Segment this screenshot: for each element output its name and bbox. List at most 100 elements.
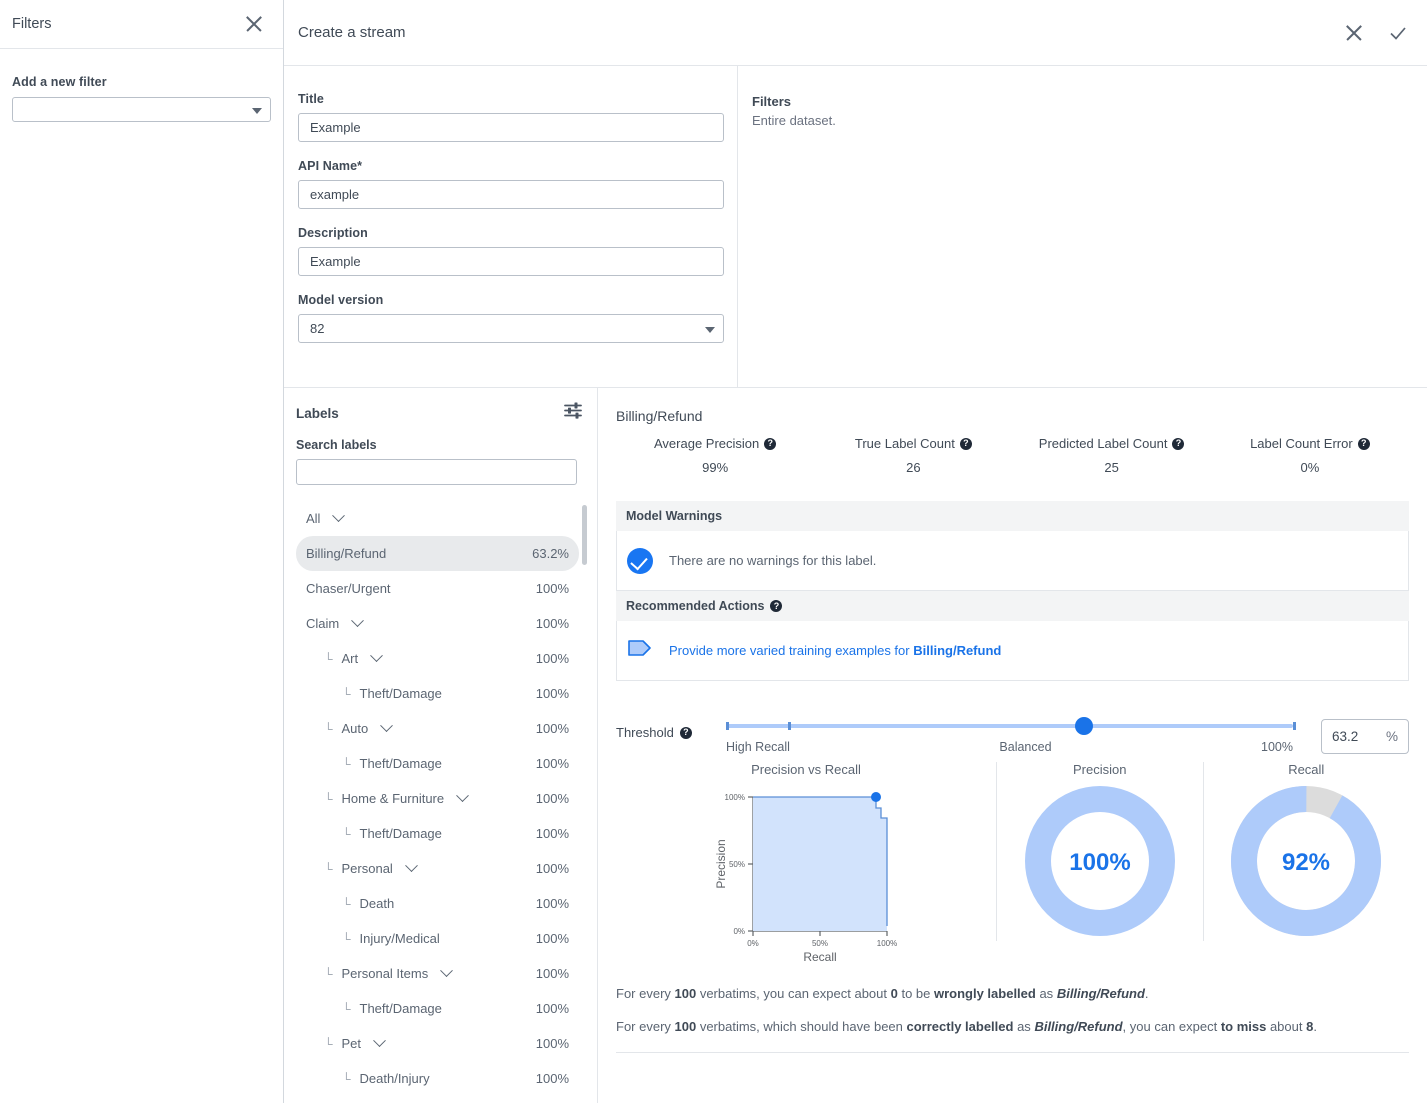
label-row[interactable]: └Pet100% — [296, 1026, 579, 1061]
svg-text:50%: 50% — [729, 860, 745, 869]
label-row[interactable]: └Theft/Damage100% — [296, 746, 579, 781]
label-row-name: Billing/Refund — [306, 546, 386, 561]
labels-panel-header: Labels — [296, 402, 587, 424]
label-row-left: └Theft/Damage — [306, 826, 442, 841]
label-row[interactable]: Chaser/Urgent100% — [296, 571, 579, 606]
title-label: Title — [298, 92, 719, 106]
label-row-left: └Theft/Damage — [306, 756, 442, 771]
threshold-input[interactable]: 63.2 % — [1321, 719, 1409, 754]
svg-text:Precision: Precision — [714, 839, 728, 888]
metric-value: 0% — [1211, 460, 1409, 475]
label-row[interactable]: └Death/Injury100% — [296, 1061, 579, 1096]
slider-track[interactable] — [726, 724, 1293, 728]
t: as — [1036, 986, 1057, 1001]
detail-label-name: Billing/Refund — [616, 408, 1409, 424]
help-icon[interactable]: ? — [1172, 438, 1184, 450]
chevron-down-icon[interactable] — [333, 509, 346, 522]
slider-label-balanced: Balanced — [999, 740, 1051, 754]
label-row[interactable]: └Theft/Damage100% — [296, 991, 579, 1026]
filters-summary-text: Entire dataset. — [752, 113, 1427, 128]
label-row-name: All — [306, 511, 320, 526]
t: 100 — [675, 1019, 697, 1034]
tree-branch-icon: └ — [324, 862, 333, 876]
t: wrongly labelled — [934, 986, 1036, 1001]
t: Billing/Refund — [1057, 986, 1145, 1001]
label-row-left: └Death — [306, 896, 394, 911]
label-row[interactable]: └Personal Items100% — [296, 956, 579, 991]
check-circle-icon — [627, 548, 653, 574]
label-row-percentage: 100% — [536, 1071, 569, 1086]
description-input[interactable]: Example — [298, 247, 724, 276]
slider-label-high-recall: High Recall — [726, 740, 790, 754]
title-input[interactable]: Example — [298, 113, 724, 142]
recommended-action-link[interactable]: Provide more varied training examples fo… — [669, 643, 1001, 658]
tune-icon[interactable] — [564, 402, 583, 424]
svg-text:0%: 0% — [747, 939, 759, 948]
label-row[interactable]: └Injury/Medical100% — [296, 921, 579, 956]
label-row-name: Chaser/Urgent — [306, 581, 391, 596]
t: For every — [616, 1019, 675, 1034]
label-row[interactable]: └Auto100% — [296, 711, 579, 746]
search-labels-input[interactable] — [296, 459, 577, 485]
label-row[interactable]: Billing/Refund63.2% — [296, 536, 579, 571]
api-name-input-value: example — [310, 187, 359, 202]
model-warnings-body: There are no warnings for this label. — [616, 531, 1409, 591]
label-row-percentage: 100% — [536, 861, 569, 876]
label-row-name: Personal — [342, 861, 393, 876]
help-icon[interactable]: ? — [770, 600, 782, 612]
chevron-down-icon[interactable] — [380, 719, 393, 732]
t: . — [1313, 1019, 1317, 1034]
check-icon[interactable] — [1387, 22, 1409, 44]
metric-label-count-error: Label Count Error ? 0% — [1211, 436, 1409, 475]
label-row-percentage: 100% — [536, 931, 569, 946]
chevron-down-icon[interactable] — [405, 859, 418, 872]
help-icon[interactable]: ? — [764, 438, 776, 450]
labels-list-scrollbar[interactable] — [582, 505, 587, 1103]
help-icon[interactable]: ? — [1358, 438, 1370, 450]
api-name-input[interactable]: example — [298, 180, 724, 209]
label-row[interactable]: └Theft/Damage100% — [296, 676, 579, 711]
model-warnings-heading-text: Model Warnings — [626, 509, 722, 523]
recall-donut-title: Recall — [1204, 762, 1410, 777]
chevron-down-icon[interactable] — [456, 789, 469, 802]
metric-label-text: Label Count Error — [1250, 436, 1353, 451]
add-filter-select[interactable] — [12, 97, 271, 122]
t: . — [1145, 986, 1149, 1001]
close-icon[interactable] — [243, 13, 265, 35]
label-row[interactable]: └ Personal 100% — [296, 851, 579, 886]
label-row[interactable]: └Theft/Damage100% — [296, 816, 579, 851]
threshold-slider[interactable]: High Recall Balanced 100% — [724, 719, 1295, 754]
label-row-percentage: 100% — [536, 1001, 569, 1016]
help-icon[interactable]: ? — [960, 438, 972, 450]
label-row-left: └Pet — [306, 1036, 384, 1051]
scrollbar-thumb[interactable] — [582, 505, 587, 565]
close-icon[interactable] — [1343, 22, 1365, 44]
help-icon[interactable]: ? — [680, 727, 692, 739]
label-row[interactable]: └Home & Furniture100% — [296, 781, 579, 816]
label-row-left: Chaser/Urgent — [306, 581, 391, 596]
model-warnings-heading: Model Warnings — [616, 501, 1409, 531]
model-version-select[interactable]: 82 — [298, 314, 724, 343]
chevron-down-icon[interactable] — [373, 1034, 386, 1047]
t: about — [1266, 1019, 1306, 1034]
stream-form-filters-summary: Filters Entire dataset. — [738, 66, 1427, 387]
chevron-down-icon[interactable] — [370, 649, 383, 662]
label-row-left: Claim — [306, 616, 362, 631]
metric-value: 26 — [814, 460, 1012, 475]
label-row[interactable]: └Death100% — [296, 886, 579, 921]
labels-list[interactable]: AllBilling/Refund63.2%Chaser/Urgent100%C… — [296, 501, 587, 1103]
slider-thumb[interactable] — [1075, 717, 1093, 735]
label-row[interactable]: All — [296, 501, 579, 536]
label-row[interactable]: Claim100% — [296, 606, 579, 641]
tree-branch-icon: └ — [324, 967, 333, 981]
label-row-left: Billing/Refund — [306, 546, 386, 561]
t: For every — [616, 986, 675, 1001]
metric-label-text: True Label Count — [855, 436, 955, 451]
label-row-left: └ Personal — [306, 861, 416, 876]
chevron-down-icon — [252, 108, 262, 114]
chevron-down-icon[interactable] — [440, 964, 453, 977]
precision-donut-title: Precision — [997, 762, 1203, 777]
model-warnings-text: There are no warnings for this label. — [669, 553, 876, 568]
label-row[interactable]: └Art100% — [296, 641, 579, 676]
chevron-down-icon[interactable] — [351, 614, 364, 627]
